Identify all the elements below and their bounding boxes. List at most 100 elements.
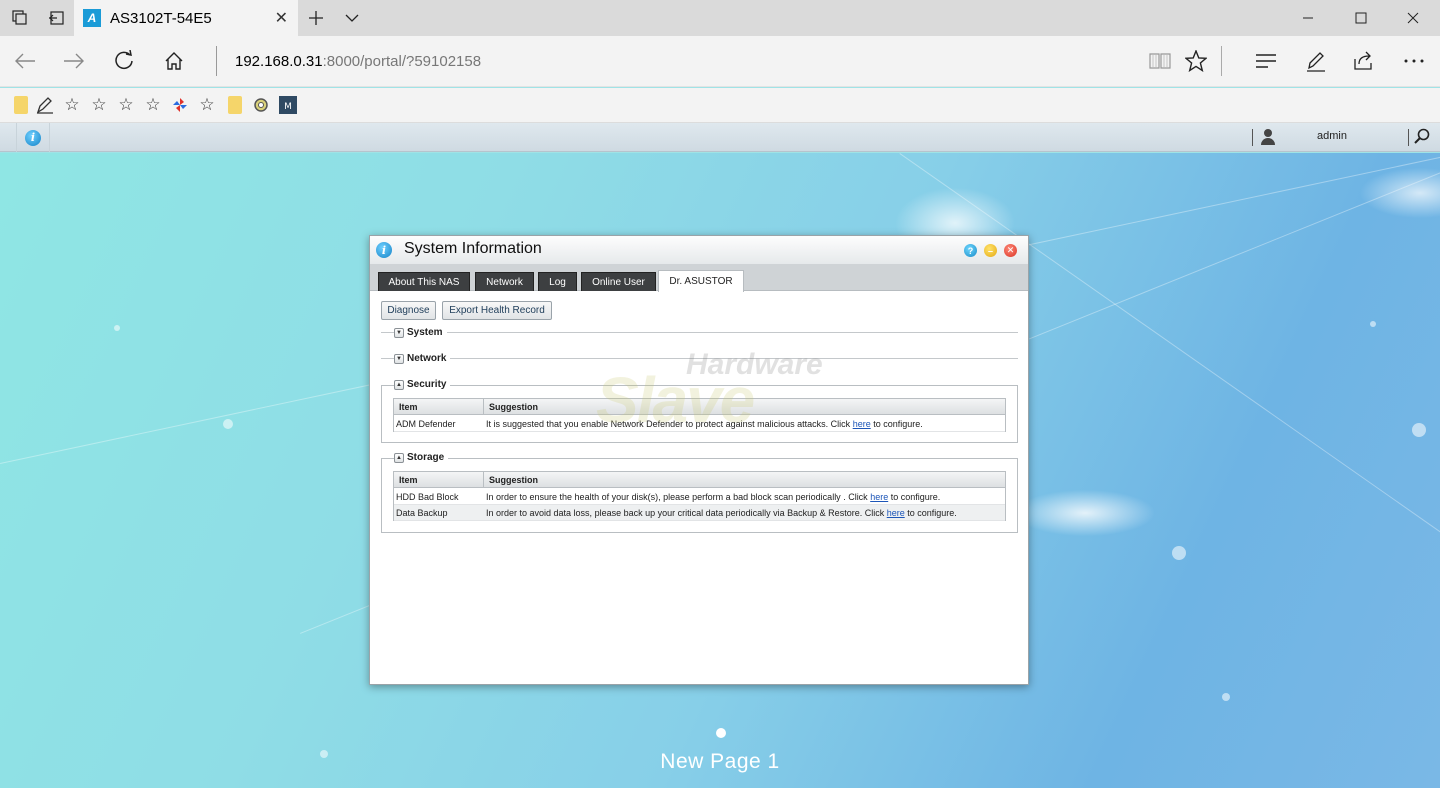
window-close-icon[interactable]	[1386, 0, 1440, 36]
url-path: :8000/portal/?59102158	[322, 53, 482, 70]
star-icon[interactable]: ☆	[117, 95, 135, 114]
tab-online-user[interactable]: Online User	[581, 272, 656, 291]
column-item: Item	[399, 402, 418, 412]
expand-icon[interactable]: ▼	[394, 353, 404, 364]
diagnose-button[interactable]: Diagnose	[381, 301, 436, 320]
asustor-favicon-icon: A	[83, 9, 101, 27]
background-sparkle	[223, 419, 233, 429]
forward-arrow-icon[interactable]	[56, 43, 92, 79]
table-header: Item Suggestion	[394, 472, 1005, 488]
suggestion-text: to configure.	[904, 508, 957, 518]
divider	[216, 46, 217, 76]
refresh-icon[interactable]	[106, 43, 142, 79]
tab-log[interactable]: Log	[538, 272, 577, 291]
browser-tab-bar: A AS3102T-54E5 ✕	[0, 0, 1440, 36]
window-tabs: About This NAS Network Log Online User D…	[370, 264, 1028, 292]
row-item: Data Backup	[396, 508, 448, 518]
hub-icon[interactable]	[1248, 43, 1284, 79]
section-system-label: System	[407, 327, 443, 338]
tab-title: AS3102T-54E5	[110, 9, 212, 27]
pen-icon[interactable]	[1298, 43, 1334, 79]
collapse-icon[interactable]: ▲	[394, 379, 404, 390]
divider	[1408, 129, 1409, 146]
page-indicator-dot[interactable]	[716, 728, 726, 738]
background-sparkle	[1370, 321, 1376, 327]
close-icon[interactable]: ✕	[275, 8, 288, 28]
suggestion-text: In order to avoid data loss, please back…	[486, 508, 887, 518]
column-separator	[483, 399, 484, 415]
more-icon[interactable]	[1396, 43, 1432, 79]
section-network-header[interactable]: ▼ Network	[394, 353, 451, 364]
expand-icon[interactable]: ▼	[394, 327, 404, 338]
user-icon[interactable]	[1260, 129, 1276, 145]
gear-icon[interactable]	[252, 96, 270, 114]
section-storage-header[interactable]: ▲ Storage	[394, 452, 449, 463]
section-system-header[interactable]: ▼ System	[394, 327, 447, 338]
window-title: System Information	[404, 240, 542, 257]
row-suggestion: In order to ensure the health of your di…	[486, 492, 940, 502]
info-icon: i	[376, 242, 392, 258]
column-separator	[483, 472, 484, 488]
star-icon[interactable]: ☆	[63, 95, 81, 114]
m-app-icon[interactable]: M	[279, 96, 297, 114]
suggestion-text: to configure.	[888, 492, 941, 502]
system-information-window: i System Information ? – ✕ About This NA…	[369, 235, 1029, 685]
tab-manager-icon[interactable]	[2, 0, 38, 36]
user-name[interactable]: admin	[1317, 130, 1347, 142]
home-icon[interactable]	[156, 43, 192, 79]
star-icon[interactable]: ☆	[198, 95, 216, 114]
tab-network[interactable]: Network	[475, 272, 534, 291]
plus-icon[interactable]	[298, 0, 334, 36]
address-bar-row: 192.168.0.31:8000/portal/?59102158	[0, 36, 1440, 87]
set-aside-icon[interactable]	[38, 0, 74, 36]
back-arrow-icon[interactable]	[7, 43, 43, 79]
hardware-slave-watermark: Slave Hardware	[596, 345, 846, 436]
table-row: Data Backup In order to avoid data loss,…	[394, 505, 1005, 521]
section-divider	[381, 332, 1018, 333]
maximize-icon[interactable]	[1334, 0, 1388, 36]
star-icon[interactable]	[1178, 43, 1214, 79]
pen-favorite-icon[interactable]	[36, 96, 54, 114]
row-item: HDD Bad Block	[396, 492, 459, 502]
share-icon[interactable]	[1346, 43, 1382, 79]
url-host: 192.168.0.31	[235, 53, 323, 70]
tab-about-this-nas[interactable]: About This NAS	[378, 272, 470, 291]
divider	[1221, 46, 1222, 76]
minimize-icon[interactable]: –	[984, 244, 997, 257]
minimize-icon[interactable]	[1281, 0, 1335, 36]
background-sparkle	[1172, 546, 1186, 560]
search-icon[interactable]	[1414, 128, 1430, 148]
here-link[interactable]: here	[887, 508, 905, 518]
book-icon[interactable]	[1142, 43, 1178, 79]
here-link[interactable]: here	[853, 419, 871, 429]
nas-taskbar: i admin	[0, 123, 1440, 152]
help-icon[interactable]: ?	[964, 244, 977, 257]
folder-icon[interactable]	[226, 96, 244, 114]
browser-tab[interactable]: A AS3102T-54E5 ✕	[74, 0, 298, 36]
star-icon[interactable]: ☆	[90, 95, 108, 114]
close-icon[interactable]: ✕	[1004, 244, 1017, 257]
window-title-bar[interactable]: i System Information ? – ✕	[370, 236, 1028, 264]
here-link[interactable]: here	[870, 492, 888, 502]
watermark-top: Hardware	[686, 348, 823, 381]
divider	[1252, 129, 1253, 146]
chevron-down-icon[interactable]	[334, 0, 370, 36]
row-item: ADM Defender	[396, 419, 456, 429]
url-field[interactable]: 192.168.0.31:8000/portal/?59102158	[235, 53, 481, 70]
column-suggestion: Suggestion	[489, 402, 538, 412]
background-sparkle	[320, 750, 328, 758]
section-security-label: Security	[407, 379, 447, 390]
storage-table: Item Suggestion HDD Bad Block In order t…	[393, 471, 1006, 521]
section-security-header[interactable]: ▲ Security	[394, 379, 451, 390]
background-sparkle	[114, 325, 120, 331]
folder-icon[interactable]	[12, 96, 30, 114]
column-suggestion: Suggestion	[489, 475, 538, 485]
tab-dr-asustor[interactable]: Dr. ASUSTOR	[658, 270, 744, 292]
collapse-icon[interactable]: ▲	[394, 452, 404, 463]
system-information-taskbar-button[interactable]: i	[16, 123, 50, 152]
column-item: Item	[399, 475, 418, 485]
star-icon[interactable]: ☆	[144, 95, 162, 114]
svg-text:M: M	[284, 102, 292, 112]
pinwheel-icon[interactable]	[171, 96, 189, 114]
export-health-record-button[interactable]: Export Health Record	[442, 301, 552, 320]
